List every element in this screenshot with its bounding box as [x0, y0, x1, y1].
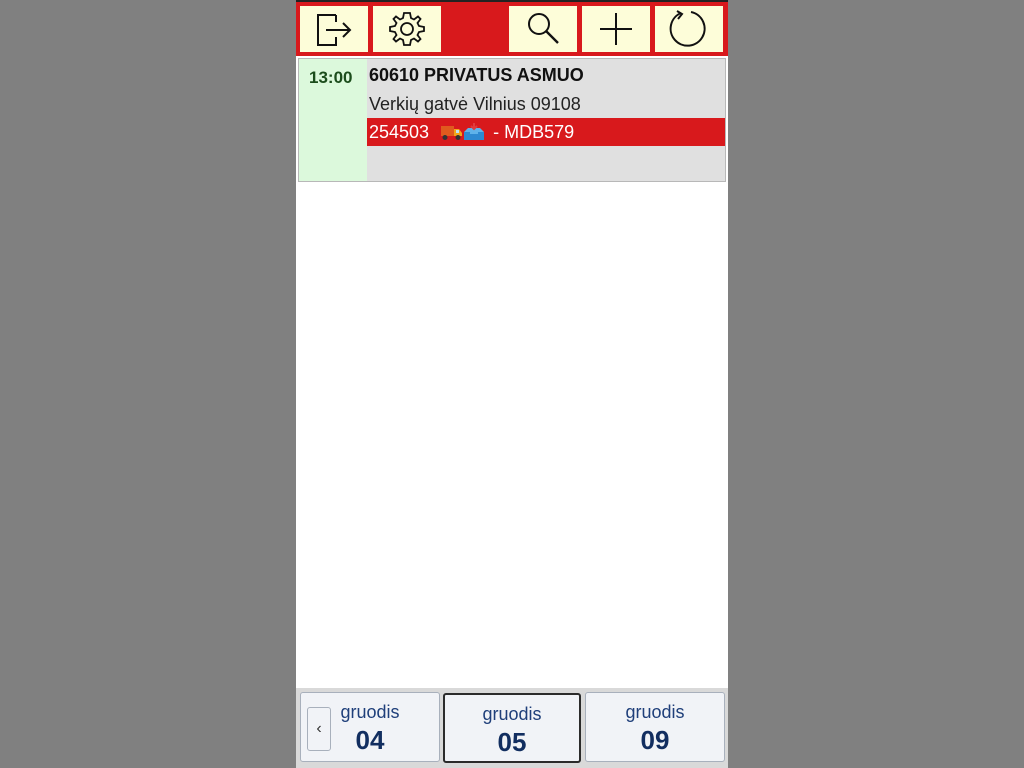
day-button-current[interactable]: gruodis 05 — [443, 693, 581, 763]
order-status-icons — [441, 123, 485, 141]
day-month: gruodis — [482, 704, 542, 724]
refresh-button[interactable] — [655, 6, 723, 52]
client-address: Verkių gatvė Vilnius 09108 — [369, 94, 581, 114]
refresh-icon — [669, 10, 706, 47]
logout-icon — [317, 14, 352, 46]
app-screen: 13:00 60610 PRIVATUS ASMUO Verkių gatvė … — [296, 0, 728, 768]
order-number: 254503 — [369, 121, 430, 142]
logout-button[interactable] — [300, 6, 368, 52]
toolbar — [296, 0, 728, 56]
delivery-card[interactable]: 13:00 60610 PRIVATUS ASMUO Verkių gatvė … — [298, 58, 726, 182]
day-button-prev[interactable]: ‹ gruodis 04 — [300, 692, 440, 762]
settings-button[interactable] — [373, 6, 441, 52]
day-button-next[interactable]: gruodis 09 — [585, 692, 725, 762]
gear-icon — [389, 12, 425, 46]
search-icon — [528, 13, 559, 44]
date-navigation: ‹ gruodis 04 gruodis 05 gruodis 09 — [296, 688, 728, 768]
inbox-tray-icon — [464, 123, 485, 140]
order-bar[interactable]: 254503 - MDB579 — [367, 118, 725, 146]
day-number: 04 — [355, 725, 385, 755]
delivery-time: 13:00 — [309, 68, 353, 87]
day-month: gruodis — [340, 702, 400, 722]
search-button[interactable] — [509, 6, 577, 52]
plus-icon — [600, 13, 632, 45]
delivery-truck-icon — [441, 126, 463, 140]
day-number: 09 — [640, 725, 670, 755]
vehicle-number: - MDB579 — [493, 121, 575, 142]
client-name: 60610 PRIVATUS ASMUO — [369, 65, 584, 85]
day-month: gruodis — [625, 702, 685, 722]
day-number: 05 — [497, 727, 527, 757]
add-button[interactable] — [582, 6, 650, 52]
time-column: 13:00 — [299, 59, 367, 181]
